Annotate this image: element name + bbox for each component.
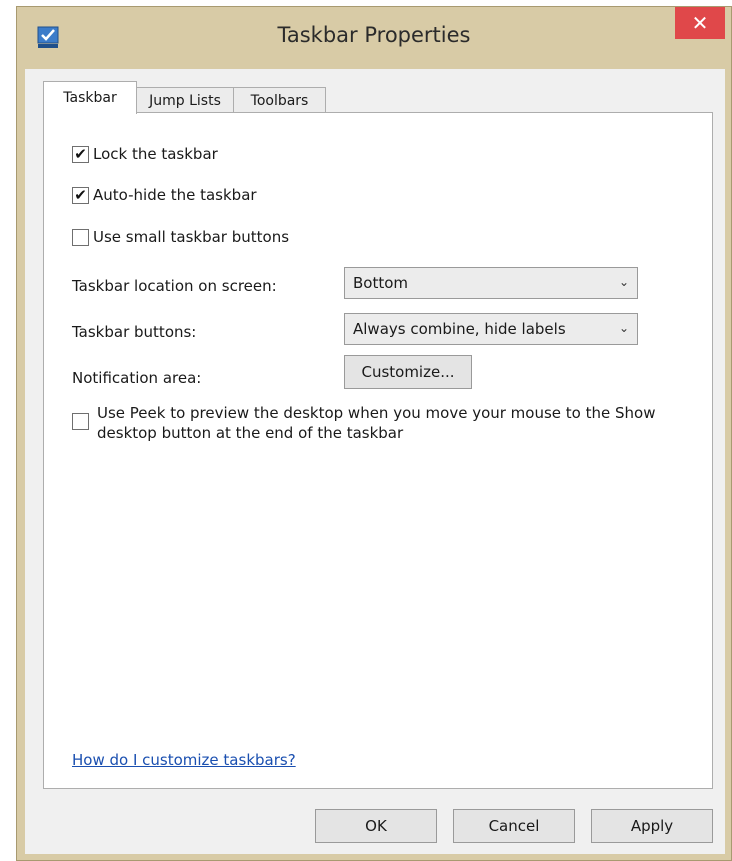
small-buttons-label: Use small taskbar buttons bbox=[93, 228, 290, 246]
peek-label: Use Peek to preview the desktop when you… bbox=[97, 404, 656, 442]
tab-taskbar[interactable]: Taskbar bbox=[43, 81, 137, 114]
peek-option[interactable]: Use Peek to preview the desktop when you… bbox=[72, 403, 677, 443]
customize-help-link[interactable]: How do I customize taskbars? bbox=[72, 751, 296, 769]
lock-taskbar-label: Lock the taskbar bbox=[93, 145, 218, 163]
small-buttons-option[interactable]: Use small taskbar buttons bbox=[72, 228, 289, 246]
notification-label: Notification area: bbox=[72, 369, 202, 387]
small-buttons-checkbox[interactable] bbox=[72, 228, 89, 246]
buttons-label: Taskbar buttons: bbox=[72, 323, 197, 341]
close-button[interactable]: ✕ bbox=[675, 7, 725, 39]
window-title: Taskbar Properties bbox=[277, 23, 471, 47]
ok-button[interactable]: OK bbox=[315, 809, 437, 843]
location-value: Bottom bbox=[353, 274, 409, 292]
autohide-taskbar-label: Auto-hide the taskbar bbox=[93, 186, 257, 204]
close-icon: ✕ bbox=[691, 11, 709, 35]
location-label: Taskbar location on screen: bbox=[72, 277, 277, 295]
autohide-taskbar-checkbox[interactable]: ✔ bbox=[72, 186, 89, 204]
tab-toolbars[interactable]: Toolbars bbox=[233, 87, 326, 113]
lock-taskbar-checkbox[interactable]: ✔ bbox=[72, 145, 89, 163]
title-bar[interactable]: Taskbar Properties ✕ bbox=[17, 7, 731, 69]
taskbar-buttons-dropdown[interactable]: Always combine, hide labels ⌄ bbox=[344, 313, 638, 345]
tab-jump-lists[interactable]: Jump Lists bbox=[136, 87, 234, 113]
apply-button[interactable]: Apply bbox=[591, 809, 713, 843]
location-dropdown[interactable]: Bottom ⌄ bbox=[344, 267, 638, 299]
lock-taskbar-option[interactable]: ✔ Lock the taskbar bbox=[72, 145, 218, 163]
chevron-down-icon: ⌄ bbox=[618, 275, 629, 289]
peek-checkbox[interactable] bbox=[72, 413, 89, 430]
dialog-client-area: Taskbar Jump Lists Toolbars ✔ Lock the t… bbox=[25, 69, 725, 854]
taskbar-tab-panel: ✔ Lock the taskbar ✔ Auto-hide the taskb… bbox=[43, 112, 713, 789]
customize-button[interactable]: Customize... bbox=[344, 355, 472, 389]
autohide-taskbar-option[interactable]: ✔ Auto-hide the taskbar bbox=[72, 186, 257, 204]
cancel-button[interactable]: Cancel bbox=[453, 809, 575, 843]
taskbar-properties-window: Taskbar Properties ✕ Taskbar Jump Lists … bbox=[16, 6, 732, 861]
taskbar-buttons-value: Always combine, hide labels bbox=[353, 320, 566, 338]
chevron-down-icon: ⌄ bbox=[618, 321, 629, 335]
